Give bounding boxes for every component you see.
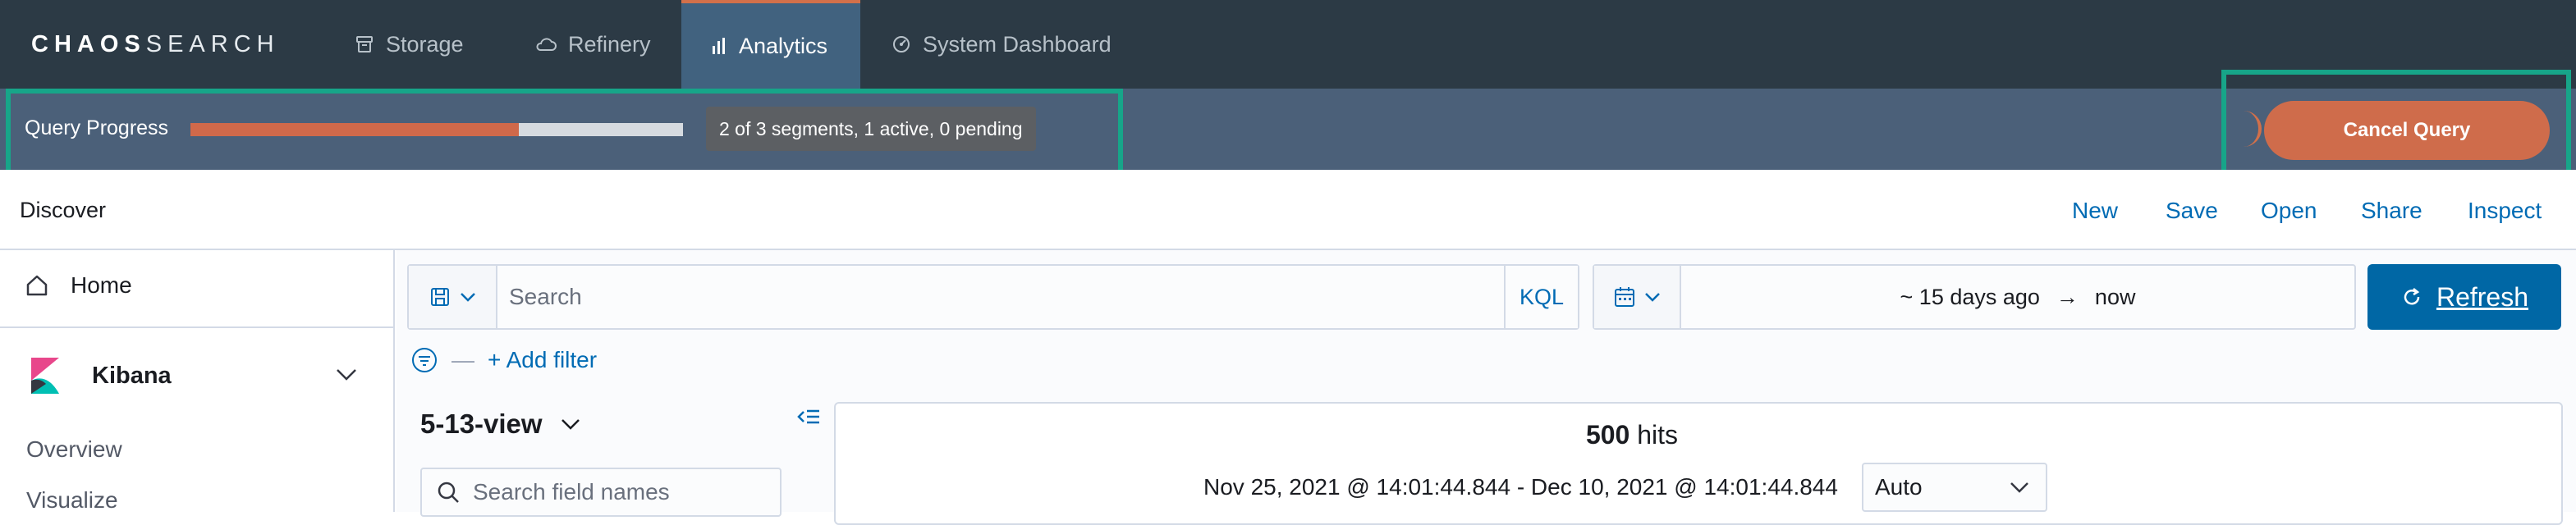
storage-icon — [356, 36, 373, 52]
filter-bar: — + Add filter — [410, 346, 597, 374]
date-range-display[interactable]: ~ 15 days ago → now — [1681, 266, 2354, 328]
dashboard-icon — [893, 36, 910, 52]
share-link[interactable]: Share — [2361, 198, 2422, 224]
nav-tab-analytics[interactable]: Analytics — [681, 0, 860, 89]
sidebar-item-visualize[interactable]: Visualize — [26, 487, 118, 514]
index-pattern-selector[interactable]: 5-13-view — [420, 409, 580, 440]
sidebar-divider — [0, 326, 395, 328]
chaossearch-logo[interactable]: CHAOSSEARCH — [31, 31, 280, 58]
arrow-right-icon: → — [2056, 284, 2079, 309]
search-input[interactable] — [499, 266, 1501, 328]
chevron-down-icon — [1645, 293, 1660, 302]
nav-tab-analytics-label: Analytics — [739, 33, 828, 58]
refresh-icon — [2404, 288, 2420, 305]
nav-tab-system-dashboard-label: System Dashboard — [923, 31, 1112, 57]
nav-tab-refinery-label: Refinery — [568, 31, 651, 57]
hits-count: 500 hits — [836, 420, 2428, 450]
sidebar-item-home-label: Home — [71, 272, 132, 298]
page-title: Discover — [20, 198, 107, 222]
inspect-link[interactable]: Inspect — [2468, 198, 2542, 224]
results-panel: 500 hits Nov 25, 2021 @ 14:01:44.844 - D… — [834, 402, 2563, 525]
refresh-button-label: Refresh — [2436, 281, 2529, 312]
chevron-down-icon — [2010, 482, 2028, 493]
nav-tab-refinery[interactable]: Refinery — [535, 0, 667, 89]
nav-tab-storage[interactable]: Storage — [355, 0, 486, 89]
quick-date-menu-button[interactable] — [1594, 266, 1681, 328]
chevron-down-icon — [561, 419, 580, 430]
refresh-button[interactable]: Refresh — [2367, 264, 2561, 330]
results-time-range: Nov 25, 2021 @ 14:01:44.844 - Dec 10, 20… — [1203, 474, 1838, 500]
cancel-query-button[interactable]: Cancel Query — [2264, 101, 2550, 160]
date-start[interactable]: ~ 15 days ago — [1900, 285, 2040, 310]
bar-chart-icon — [713, 38, 725, 54]
query-language-toggle[interactable]: KQL — [1504, 266, 1578, 328]
add-filter-button[interactable]: + Add filter — [488, 347, 597, 373]
interval-select[interactable]: Auto — [1862, 463, 2047, 512]
new-link[interactable]: New — [2072, 198, 2118, 224]
hits-number: 500 — [1585, 420, 1630, 450]
save-icon — [431, 288, 449, 306]
open-link[interactable]: Open — [2261, 198, 2317, 224]
nav-tab-system-dashboard[interactable]: System Dashboard — [892, 0, 1121, 89]
calendar-icon — [1615, 287, 1634, 307]
kibana-logo-icon — [31, 358, 59, 394]
search-icon — [438, 482, 459, 503]
field-search-placeholder: Search field names — [473, 479, 670, 504]
field-name-search[interactable]: Search field names — [420, 468, 782, 517]
save-link[interactable]: Save — [2166, 198, 2218, 224]
sidebar-group-kibana[interactable]: Kibana — [30, 356, 172, 395]
nav-tab-storage-label: Storage — [386, 31, 464, 57]
discover-header: Discover New Save Open Share Inspect — [0, 170, 2576, 250]
collapse-sidebar-icon[interactable] — [796, 405, 821, 428]
home-icon — [26, 275, 48, 296]
cloud-icon — [536, 38, 557, 51]
index-pattern-name: 5-13-view — [420, 409, 543, 439]
chevron-down-icon — [461, 293, 475, 302]
sidebar-item-home[interactable]: Home — [25, 272, 132, 299]
filter-divider: — — [451, 347, 474, 372]
date-picker: ~ 15 days ago → now — [1593, 264, 2356, 330]
filter-options-icon[interactable] — [410, 346, 438, 374]
hits-label: hits — [1637, 420, 1679, 450]
top-navigation-bar: CHAOSSEARCH Storage Refinery Analytics S… — [0, 0, 2576, 89]
chevron-down-icon[interactable] — [335, 368, 358, 382]
sidebar-item-overview[interactable]: Overview — [26, 436, 122, 463]
query-bar: KQL — [407, 264, 1579, 330]
sidebar-group-kibana-label: Kibana — [92, 362, 172, 389]
date-end[interactable]: now — [2095, 285, 2136, 310]
interval-select-value: Auto — [1875, 474, 1923, 500]
saved-query-button[interactable] — [409, 266, 497, 328]
